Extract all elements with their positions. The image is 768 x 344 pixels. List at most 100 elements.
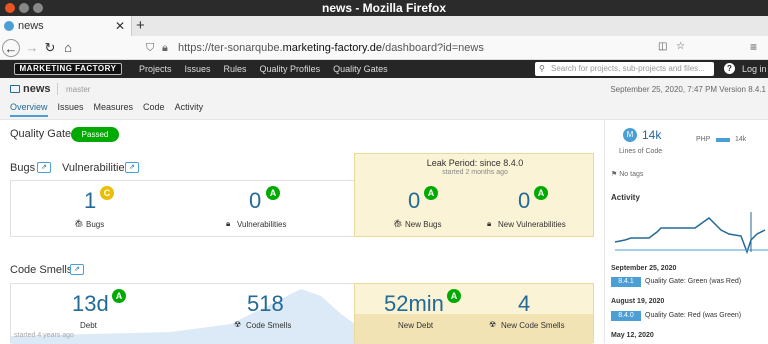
project-folder-icon (10, 85, 20, 93)
version-badge: 8.4.0 (611, 311, 641, 321)
pocket-icon[interactable]: ◫ (658, 41, 667, 52)
menu-issues[interactable]: Issues (185, 60, 211, 78)
maximize-window-button[interactable] (33, 3, 43, 13)
window-title: news - Mozilla Firefox (321, 1, 447, 15)
menu-projects[interactable]: Projects (139, 60, 172, 78)
code-smell-icon: ☢ (489, 320, 497, 329)
new-vulnerabilities-rating-badge[interactable]: A (534, 186, 548, 200)
vulnerabilities-caption: Vulnerabilities (237, 220, 287, 229)
new-code-smells-caption: New Code Smells (501, 321, 565, 330)
event-date: September 25, 2020 (611, 265, 677, 272)
project-name[interactable]: news (23, 83, 51, 95)
bugs-section-label: Bugs (10, 162, 36, 174)
project-header: news master September 25, 2020, 7:47 PM … (0, 78, 768, 120)
menu-hamburger-icon[interactable]: ≡ (750, 40, 757, 54)
vulnerabilities-rating-badge[interactable]: A (266, 186, 280, 200)
bug-icon: 🐞︎ (74, 219, 85, 228)
debt-caption: Debt (80, 321, 97, 330)
close-window-button[interactable] (5, 3, 15, 13)
size-rating-icon: M (623, 128, 637, 142)
tab-bar: news ✕ + (0, 16, 768, 36)
language-count: 14k (735, 136, 747, 143)
url-suffix: /dashboard?id=news (382, 42, 484, 54)
shield-icon[interactable]: ⛉ (146, 39, 154, 57)
lock-icon: 🔒︎ (487, 219, 492, 228)
close-tab-icon[interactable]: ✕ (115, 16, 125, 36)
search-input[interactable]: ⚲ Search for projects, sub-projects and … (535, 62, 714, 76)
tab-overview[interactable]: Overview (10, 102, 48, 117)
forward-arrow-icon[interactable]: → (23, 39, 41, 57)
version-badge: 8.4.1 (611, 277, 641, 287)
lines-of-code-value[interactable]: 14k (642, 128, 661, 142)
tab-title: news (18, 20, 44, 32)
quality-gate-label: Quality Gate (10, 128, 72, 140)
new-debt-rating-badge[interactable]: A (447, 289, 461, 303)
new-debt-value[interactable]: 52min (384, 291, 444, 317)
search-placeholder: Search for projects, sub-projects and fi… (551, 64, 705, 73)
tab-issues[interactable]: Issues (58, 102, 84, 117)
login-link[interactable]: Log in (742, 60, 767, 78)
tab-measures[interactable]: Measures (94, 102, 134, 117)
menu-quality-profiles[interactable]: Quality Profiles (260, 60, 321, 78)
sonarqube-favicon-icon (4, 21, 14, 31)
menu-quality-gates[interactable]: Quality Gates (333, 60, 388, 78)
debt-value[interactable]: 13d (72, 291, 109, 317)
event-text: Quality Gate: Red (was Green) (645, 312, 742, 319)
main-menu: Projects Issues Rules Quality Profiles Q… (139, 60, 388, 78)
new-code-smells-count[interactable]: 4 (518, 291, 530, 317)
code-smells-section-label: Code Smells (10, 264, 73, 276)
bugs-drilldown-link-icon[interactable]: ⇗ (37, 162, 51, 173)
minimize-window-button[interactable] (19, 3, 29, 13)
new-tab-icon[interactable]: + (136, 16, 145, 36)
tab-code[interactable]: Code (143, 102, 165, 117)
tab-activity[interactable]: Activity (175, 102, 204, 117)
url-prefix: https://ter-sonarqube. (178, 42, 283, 54)
search-icon: ⚲ (539, 64, 545, 73)
browser-tab[interactable]: news ✕ (0, 16, 132, 36)
new-bugs-rating-badge[interactable]: A (424, 186, 438, 200)
vulnerabilities-drilldown-link-icon[interactable]: ⇗ (125, 162, 139, 173)
code-smells-caption: Code Smells (246, 321, 292, 330)
brand-logo[interactable]: MARKETING FACTORY (14, 63, 122, 75)
vulnerabilities-count[interactable]: 0 (249, 188, 261, 214)
lock-icon: 🔒︎ (226, 219, 231, 228)
new-debt-caption: New Debt (398, 321, 434, 330)
url-bar[interactable]: ⛉ 🔒︎ https://ter-sonarqube.marketing-fac… (142, 39, 692, 57)
quality-gate-status-badge: Passed (71, 127, 119, 142)
menu-rules[interactable]: Rules (224, 60, 247, 78)
project-sidebar: M 14k Lines of Code PHP 14k ⚑ No tags Ac… (604, 120, 768, 343)
leak-period-title: Leak Period: since 8.4.0 (426, 158, 524, 168)
activity-graph[interactable] (609, 210, 768, 254)
home-icon[interactable]: ⌂ (59, 39, 77, 57)
event-date: May 12, 2020 (611, 332, 654, 339)
new-vulnerabilities-caption: New Vulnerabilities (498, 220, 566, 229)
vulnerabilities-section-label: Vulnerabilities (62, 162, 131, 174)
back-arrow-icon[interactable]: ← (2, 39, 20, 57)
window-controls (5, 3, 43, 13)
event-text: Quality Gate: Green (was Red) (645, 278, 742, 285)
tags-value: No tags (619, 171, 644, 178)
debt-rating-badge[interactable]: A (112, 289, 126, 303)
code-smells-drilldown-link-icon[interactable]: ⇗ (70, 264, 84, 275)
bookmark-star-icon[interactable]: ☆ (676, 41, 685, 52)
new-bugs-count[interactable]: 0 (408, 188, 420, 214)
help-icon[interactable]: ? (724, 63, 735, 74)
code-smells-count[interactable]: 518 (247, 291, 284, 317)
bugs-count[interactable]: 1 (84, 188, 96, 214)
bugs-rating-badge[interactable]: C (100, 186, 114, 200)
sonarqube-navbar: MARKETING FACTORY Projects Issues Rules … (0, 60, 768, 78)
reload-icon[interactable]: ↻ (41, 39, 59, 57)
new-bugs-caption: New Bugs (405, 220, 442, 229)
analysis-meta: September 25, 2020, 7:47 PM Version 8.4.… (610, 85, 766, 94)
divider (57, 83, 58, 95)
new-vulnerabilities-count[interactable]: 0 (518, 188, 530, 214)
url-domain: marketing-factory.de (282, 42, 383, 54)
tags-label[interactable]: ⚑ No tags (611, 170, 643, 178)
activity-title: Activity (611, 193, 640, 202)
language-distribution-bar (716, 138, 730, 142)
code-smell-icon: ☢ (234, 320, 242, 329)
window-titlebar: news - Mozilla Firefox (0, 0, 768, 16)
lines-of-code-label: Lines of Code (619, 148, 663, 155)
smells-history-start: started 4 years ago (14, 332, 74, 339)
lock-icon[interactable]: 🔒︎ (162, 39, 168, 57)
